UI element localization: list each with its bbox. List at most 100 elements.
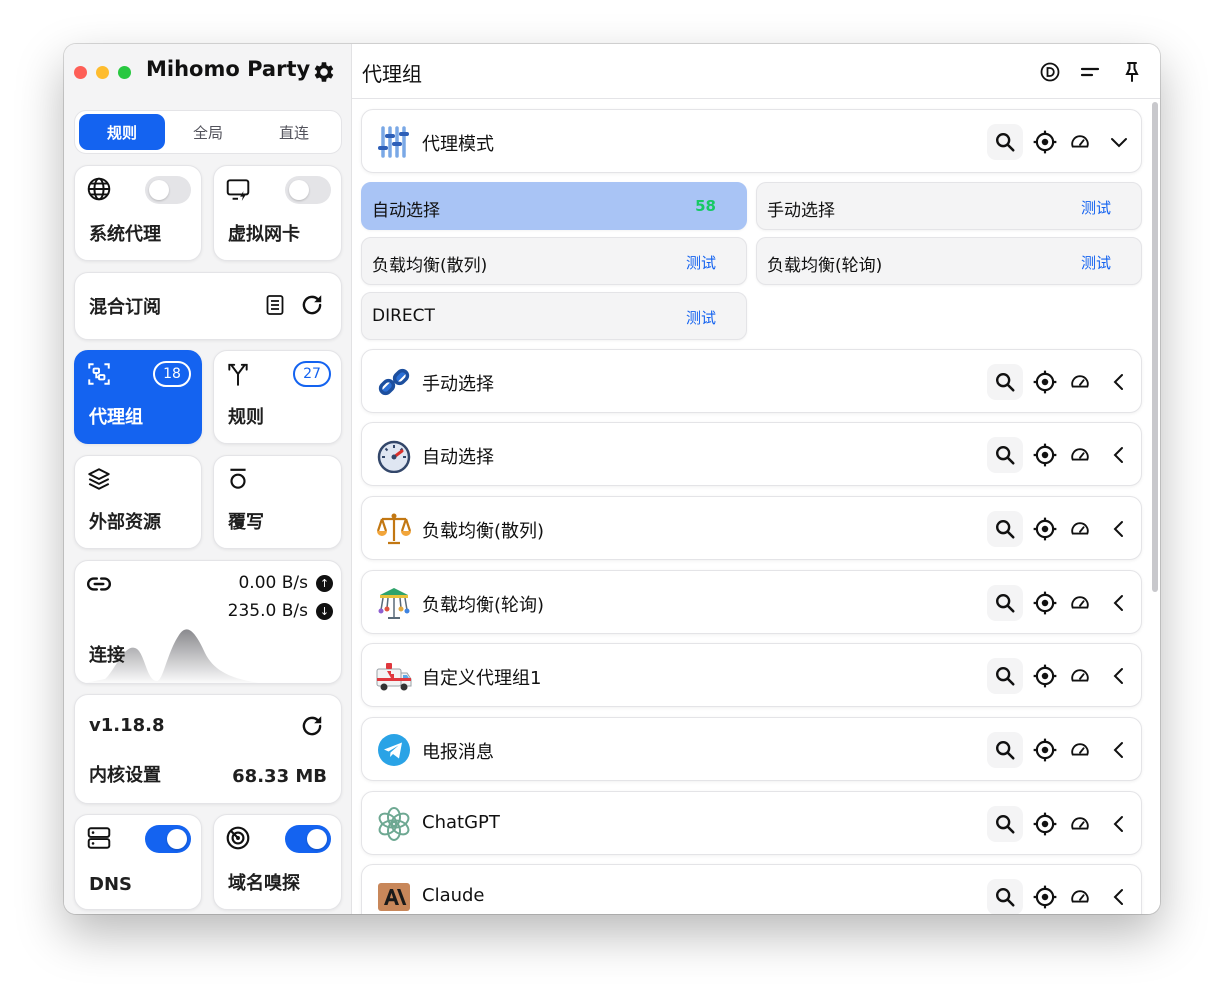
proxy-item[interactable]: DIRECT 测试: [361, 292, 747, 340]
locate-icon[interactable]: [1032, 737, 1058, 763]
speedtest-icon[interactable]: [1069, 665, 1091, 687]
group-name: ChatGPT: [422, 812, 500, 833]
nav-rules[interactable]: 27 规则: [213, 350, 342, 444]
nav-proxy-groups[interactable]: 18 代理组: [74, 350, 202, 444]
proxy-group-row[interactable]: 手动选择: [361, 349, 1142, 413]
search-button[interactable]: [987, 658, 1023, 694]
proxy-delay[interactable]: 58: [695, 197, 716, 215]
proxy-item[interactable]: 手动选择 测试: [756, 182, 1142, 230]
chevron-left-icon[interactable]: [1110, 665, 1128, 687]
search-button[interactable]: [987, 585, 1023, 621]
tun-toggle[interactable]: [285, 176, 331, 204]
restart-icon[interactable]: [299, 713, 325, 739]
close-window-button[interactable]: [74, 66, 87, 79]
chevron-left-icon[interactable]: [1110, 739, 1128, 761]
proxy-item[interactable]: 负载均衡(散列) 测试: [361, 237, 747, 285]
chevron-left-icon[interactable]: [1110, 371, 1128, 393]
search-button[interactable]: [987, 124, 1023, 160]
scrollbar[interactable]: [1152, 102, 1158, 592]
proxy-group-row[interactable]: 电报消息: [361, 717, 1142, 781]
proxy-item[interactable]: 负载均衡(轮询) 测试: [756, 237, 1142, 285]
speedtest-icon[interactable]: [1069, 813, 1091, 835]
proxy-group-row[interactable]: 自定义代理组1: [361, 643, 1142, 707]
mode-tab-rule[interactable]: 规则: [79, 114, 165, 150]
proxy-delay-test-button[interactable]: 测试: [1081, 252, 1111, 273]
chevron-down-icon[interactable]: [1110, 131, 1128, 153]
search-button[interactable]: [987, 364, 1023, 400]
chevron-left-icon[interactable]: [1110, 886, 1128, 908]
speedtest-icon[interactable]: [1069, 131, 1091, 153]
group-name: 电报消息: [422, 742, 494, 763]
search-button[interactable]: [987, 511, 1023, 547]
search-button[interactable]: [987, 437, 1023, 473]
search-icon: [996, 815, 1015, 834]
app-window: Mihomo Party 规则 全局 直连 系统代理 虚拟网卡 混合订阅 18 …: [64, 44, 1160, 914]
search-button[interactable]: [987, 732, 1023, 768]
proxy-group-row[interactable]: 负载均衡(轮询): [361, 570, 1142, 634]
proxy-name: 负载均衡(散列): [372, 256, 488, 276]
dns-toggle[interactable]: [145, 825, 191, 853]
zoom-window-button[interactable]: [118, 66, 131, 79]
nav-resources[interactable]: 外部资源: [74, 455, 202, 549]
locate-icon[interactable]: [1032, 516, 1058, 542]
proxy-delay-test-button[interactable]: 测试: [686, 307, 716, 328]
proxy-group-row[interactable]: 自动选择: [361, 422, 1142, 486]
locate-icon[interactable]: [1032, 129, 1058, 155]
nav-override[interactable]: 覆写: [213, 455, 342, 549]
proxy-groups-list: 代理模式 自动选择 58 手动选择 测试 负载均衡(散列) 测试 负载均衡(轮询…: [352, 100, 1152, 914]
system-proxy-card[interactable]: 系统代理: [74, 165, 202, 261]
server-icon: [87, 827, 111, 849]
speedtest-icon[interactable]: [1069, 886, 1091, 908]
nav-connections[interactable]: 0.00 B/s ↑ 235.0 B/s ↓ 连接: [74, 560, 342, 684]
speedtest-icon[interactable]: [1069, 371, 1091, 393]
dns-card[interactable]: DNS: [74, 814, 202, 910]
display-mode-icon[interactable]: [1038, 60, 1062, 84]
mode-tab-global[interactable]: 全局: [165, 114, 251, 150]
locate-icon[interactable]: [1032, 663, 1058, 689]
search-icon: [996, 373, 1015, 392]
sniff-card[interactable]: 域名嗅探: [213, 814, 342, 910]
search-button[interactable]: [987, 806, 1023, 842]
group-name: 代理模式: [422, 134, 494, 155]
locate-icon[interactable]: [1032, 442, 1058, 468]
speedtest-icon[interactable]: [1069, 518, 1091, 540]
mode-tab-direct[interactable]: 直连: [251, 114, 337, 150]
proxy-group-row[interactable]: ChatGPT: [361, 791, 1142, 855]
proxy-group-row[interactable]: 代理模式: [361, 109, 1142, 173]
proxy-item[interactable]: 自动选择 58: [361, 182, 747, 230]
tun-card[interactable]: 虚拟网卡: [213, 165, 342, 261]
document-icon[interactable]: [263, 293, 287, 317]
sort-icon[interactable]: [1078, 60, 1102, 84]
fork-arrows-icon: [228, 363, 248, 386]
speedtest-icon[interactable]: [1069, 739, 1091, 761]
search-button[interactable]: [987, 879, 1023, 914]
search-icon: [996, 446, 1015, 465]
subscription-card[interactable]: 混合订阅: [74, 272, 342, 340]
chevron-left-icon[interactable]: [1110, 592, 1128, 614]
pin-icon[interactable]: [1120, 60, 1144, 84]
proxy-group-row[interactable]: Claude: [361, 864, 1142, 914]
locate-icon[interactable]: [1032, 590, 1058, 616]
proxy-group-row[interactable]: 负载均衡(散列): [361, 496, 1142, 560]
sliders-icon: [378, 126, 409, 158]
minimize-window-button[interactable]: [96, 66, 109, 79]
proxy-delay-test-button[interactable]: 测试: [686, 252, 716, 273]
system-proxy-toggle[interactable]: [145, 176, 191, 204]
core-card[interactable]: v1.18.8 内核设置 68.33 MB: [74, 694, 342, 804]
chevron-left-icon[interactable]: [1110, 444, 1128, 466]
gear-icon[interactable]: [310, 59, 336, 85]
sniff-toggle[interactable]: [285, 825, 331, 853]
speedtest-icon[interactable]: [1069, 592, 1091, 614]
speedtest-icon[interactable]: [1069, 444, 1091, 466]
locate-icon[interactable]: [1032, 884, 1058, 910]
proxy-delay-test-button[interactable]: 测试: [1081, 197, 1111, 218]
connections-label: 连接: [89, 645, 125, 666]
search-icon: [996, 594, 1015, 613]
chevron-left-icon[interactable]: [1110, 813, 1128, 835]
chevron-left-icon[interactable]: [1110, 518, 1128, 540]
refresh-icon[interactable]: [299, 292, 325, 318]
locate-icon[interactable]: [1032, 811, 1058, 837]
locate-icon[interactable]: [1032, 369, 1058, 395]
rules-label: 规则: [228, 407, 264, 428]
anthropic-icon: [378, 883, 410, 911]
